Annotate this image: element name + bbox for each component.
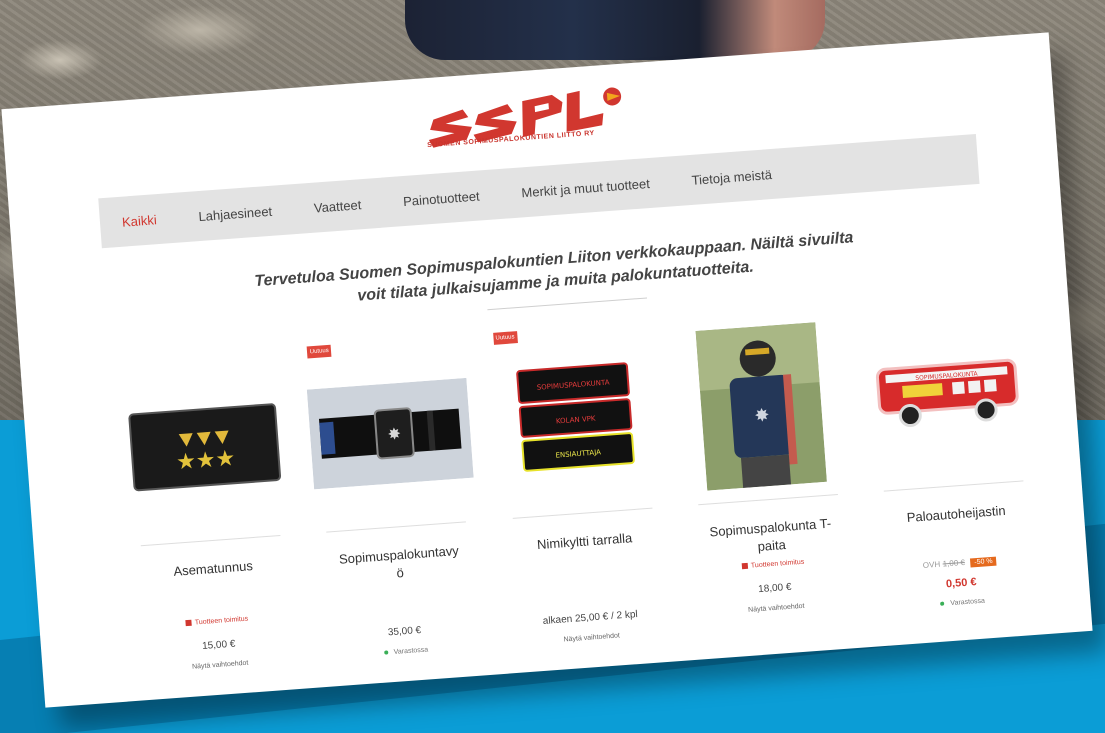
old-price: 1,00 € xyxy=(942,557,966,569)
product-image[interactable]: ✸ xyxy=(301,343,478,525)
nav-item-kaikki[interactable]: Kaikki xyxy=(121,212,157,230)
product-price: 15,00 € xyxy=(201,638,236,652)
product-image[interactable]: SOPIMUSPALOKUNTA KOLAN VPK ENSIAUTTAJA xyxy=(487,329,664,511)
product-name[interactable]: Asematunnus xyxy=(130,554,296,584)
product-price: 18,00 € xyxy=(757,581,792,596)
product-card[interactable]: SOPIMUSPALOKUNTA Paloautoheijastin OVH 1… xyxy=(858,290,1047,641)
belt-image: ✸ xyxy=(306,377,474,490)
divider xyxy=(326,521,467,533)
tshirt-photo: ✸ xyxy=(695,322,828,491)
nav-item-painotuotteet[interactable]: Painotuotteet xyxy=(403,188,481,209)
show-options-link[interactable]: Näytä vaihtoehdot xyxy=(694,599,859,618)
person-jacket xyxy=(405,0,825,60)
sspl-logo[interactable] xyxy=(422,85,636,160)
truck-icon xyxy=(185,619,193,627)
price-row: OVH 1,00 € -50 % xyxy=(877,551,1042,574)
stock-status: Varastossa xyxy=(880,593,1045,612)
svg-text:✸: ✸ xyxy=(387,424,402,444)
price-prefix: OVH xyxy=(922,559,941,570)
product-card[interactable]: Uutuus ✸ Sopimuspalokuntavyö 35,00 € Va xyxy=(301,331,490,682)
in-stock-icon xyxy=(940,601,945,606)
sale-price: 0,50 € xyxy=(945,576,977,591)
name-patch-image: SOPIMUSPALOKUNTA KOLAN VPK ENSIAUTTAJA xyxy=(515,362,635,472)
svg-text:★★★: ★★★ xyxy=(175,446,236,475)
show-options-link[interactable]: Näytä vaihtoehdot xyxy=(138,656,303,675)
divider xyxy=(487,297,648,311)
product-image[interactable]: SOPIMUSPALOKUNTA xyxy=(859,302,1036,484)
product-image[interactable]: ✸ xyxy=(673,316,850,498)
in-stock-icon xyxy=(383,650,388,655)
truck-icon xyxy=(741,562,749,570)
product-grid: ★★★ Asematunnus Tuotteen toimitus 15,00 … xyxy=(115,290,1047,696)
nav-item-tietoja[interactable]: Tietoja meistä xyxy=(691,167,772,188)
svg-text:✸: ✸ xyxy=(754,405,771,427)
product-name[interactable]: Nimikyltti tarralla xyxy=(502,527,668,557)
nav-item-merkit[interactable]: Merkit ja muut tuotteet xyxy=(521,175,650,199)
stock-status: Varastossa xyxy=(323,642,488,661)
photo-background: SUOMEN SOPIMUSPALOKUNTIEN LIITTO RY Kaik… xyxy=(0,0,1105,733)
divider xyxy=(697,494,838,506)
nav-item-lahjaesineet[interactable]: Lahjaesineet xyxy=(198,203,273,223)
rank-patch-image: ★★★ xyxy=(127,403,281,492)
show-options-link[interactable]: Näytä vaihtoehdot xyxy=(509,628,674,647)
fire-truck-reflector-image: SOPIMUSPALOKUNTA xyxy=(875,358,1019,428)
discount-badge: -50 % xyxy=(970,556,997,568)
product-price: 35,00 € xyxy=(387,624,422,639)
product-name[interactable]: Paloautoheijastin xyxy=(873,499,1039,529)
product-card[interactable]: ✸ Sopimuspalokunta T-paita Tuotteen toim… xyxy=(672,304,861,655)
delivery-note: Tuotteen toimitus xyxy=(134,612,299,631)
product-card[interactable]: Uutuus SOPIMUSPALOKUNTA KOLAN VPK ENSIAU… xyxy=(486,317,675,668)
product-card[interactable]: ★★★ Asematunnus Tuotteen toimitus 15,00 … xyxy=(115,345,304,696)
webshop-screen: SUOMEN SOPIMUSPALOKUNTIEN LIITTO RY Kaik… xyxy=(1,32,1093,708)
divider xyxy=(512,507,652,519)
product-image[interactable]: ★★★ xyxy=(116,356,293,538)
divider xyxy=(883,480,1024,492)
product-name[interactable]: Sopimuspalokunta T-paita xyxy=(687,513,854,561)
divider xyxy=(140,534,281,547)
product-price: alkaen 25,00 € / 2 kpl xyxy=(542,609,639,627)
product-name[interactable]: Sopimuspalokuntavy ö xyxy=(316,540,483,588)
nav-item-vaatteet[interactable]: Vaatteet xyxy=(313,197,361,215)
